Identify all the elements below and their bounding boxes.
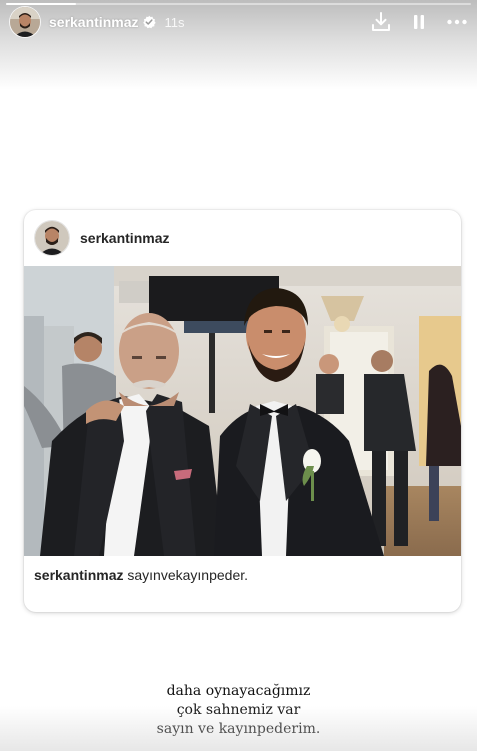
caption-username[interactable]: serkantinmaz xyxy=(34,567,123,583)
shared-post-photo xyxy=(24,266,461,556)
author-avatar[interactable] xyxy=(10,7,40,37)
two-men-in-suits-photo xyxy=(24,266,461,556)
download-button[interactable] xyxy=(369,10,393,34)
more-icon xyxy=(447,19,467,25)
author-username[interactable]: serkantinmaz xyxy=(49,14,138,30)
download-icon xyxy=(372,12,390,31)
shared-post-header: serkantinmaz xyxy=(24,210,461,266)
shared-post-username[interactable]: serkantinmaz xyxy=(80,230,169,246)
story-actions xyxy=(369,10,469,34)
post-time: 11s xyxy=(164,14,185,30)
story-text-line: çok sahnemiz var xyxy=(176,702,301,718)
story-text-line: daha oynayacağımız xyxy=(166,683,311,699)
pause-button[interactable] xyxy=(407,10,431,34)
caption-text: sayınvekayınpeder. xyxy=(127,567,249,583)
shared-post-card[interactable]: serkantinmaz serkantinmaz sayınvekayınpe… xyxy=(24,210,461,612)
story-text-overlay: daha oynayacağımız çok sahnemiz var sayı… xyxy=(0,682,477,739)
profile-photo-icon xyxy=(35,221,69,255)
verified-badge-icon xyxy=(143,15,157,29)
pause-icon xyxy=(414,15,424,29)
story-progress-fill xyxy=(6,3,76,5)
shared-post-caption: serkantinmaz sayınvekayınpeder. xyxy=(34,567,248,583)
profile-photo-icon xyxy=(10,7,40,37)
story-text-line: sayın ve kayınpederim. xyxy=(156,721,321,737)
shared-post-avatar[interactable] xyxy=(34,220,70,256)
story-progress-bar xyxy=(6,3,471,5)
story-header: serkantinmaz 11s xyxy=(10,6,469,38)
more-options-button[interactable] xyxy=(445,10,469,34)
